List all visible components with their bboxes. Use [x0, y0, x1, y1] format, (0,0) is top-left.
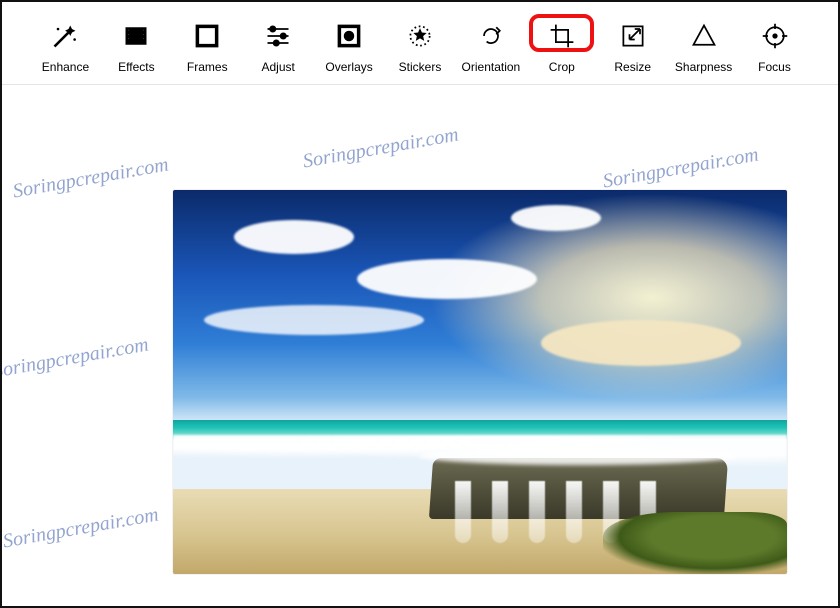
tool-enhance[interactable]: Enhance	[30, 20, 101, 74]
effects-icon	[120, 20, 152, 52]
tool-label: Focus	[758, 60, 791, 74]
tool-label: Effects	[118, 60, 154, 74]
watermark: Soringpcrepair.com	[301, 123, 460, 173]
editor-toolbar: Enhance Effects Frames Adjust Overlays	[2, 2, 838, 85]
tool-frames[interactable]: Frames	[172, 20, 243, 74]
tool-label: Adjust	[261, 60, 294, 74]
tool-stickers[interactable]: Stickers	[385, 20, 456, 74]
frames-icon	[191, 20, 223, 52]
edited-image[interactable]	[173, 190, 787, 574]
resize-icon	[617, 20, 649, 52]
tool-overlays[interactable]: Overlays	[314, 20, 385, 74]
crop-icon	[546, 20, 578, 52]
adjust-icon	[262, 20, 294, 52]
orientation-icon	[475, 20, 507, 52]
tool-label: Crop	[549, 60, 575, 74]
canvas-area[interactable]: Soringpcrepair.com Soringpcrepair.com So…	[2, 97, 838, 606]
watermark: Soringpcrepair.com	[2, 333, 150, 383]
tool-label: Frames	[187, 60, 228, 74]
tool-sharpness[interactable]: Sharpness	[668, 20, 739, 74]
tool-orientation[interactable]: Orientation	[455, 20, 526, 74]
enhance-icon	[49, 20, 81, 52]
watermark: Soringpcrepair.com	[11, 153, 170, 203]
overlays-icon	[333, 20, 365, 52]
tool-resize[interactable]: Resize	[597, 20, 668, 74]
tool-adjust[interactable]: Adjust	[243, 20, 314, 74]
tool-focus[interactable]: Focus	[739, 20, 810, 74]
watermark: Soringpcrepair.com	[2, 503, 160, 553]
stickers-icon	[404, 20, 436, 52]
tool-label: Stickers	[399, 60, 442, 74]
tool-label: Orientation	[462, 60, 521, 74]
tool-effects[interactable]: Effects	[101, 20, 172, 74]
tool-label: Overlays	[325, 60, 372, 74]
tool-label: Sharpness	[675, 60, 732, 74]
watermark: Soringpcrepair.com	[601, 143, 760, 193]
tool-crop[interactable]: Crop	[526, 20, 597, 74]
app-window: Enhance Effects Frames Adjust Overlays	[0, 0, 840, 608]
sharpness-icon	[688, 20, 720, 52]
tool-label: Resize	[614, 60, 651, 74]
focus-icon	[759, 20, 791, 52]
tool-label: Enhance	[42, 60, 89, 74]
